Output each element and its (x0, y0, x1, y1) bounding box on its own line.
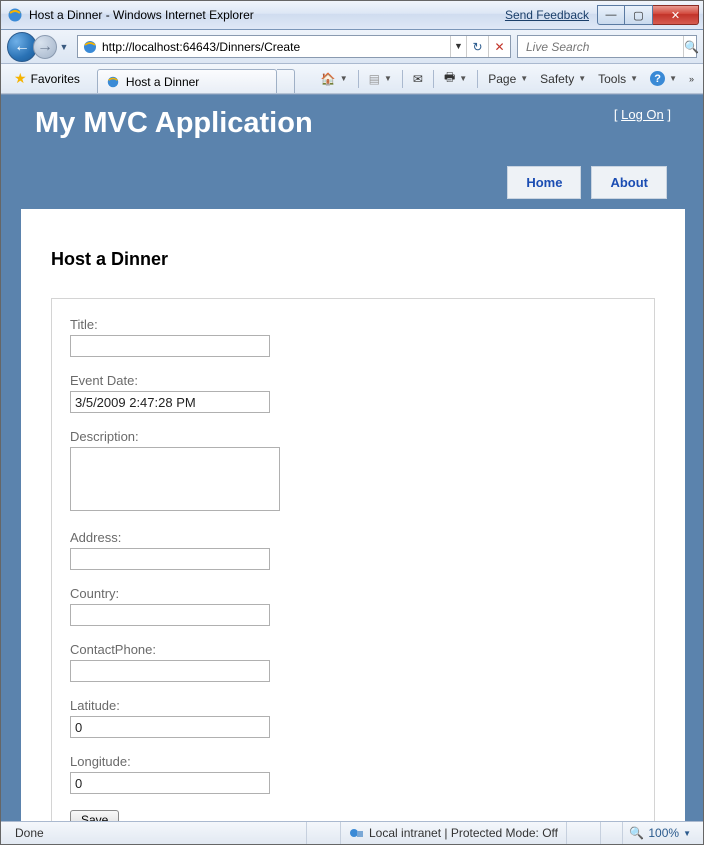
safety-menu[interactable]: Safety▼ (535, 68, 591, 90)
zoom-control[interactable]: 🔍 100% ▼ (622, 822, 697, 844)
help-button[interactable]: ?▼ (645, 67, 682, 90)
event-date-input[interactable] (70, 391, 270, 413)
zoom-icon: 🔍 (629, 826, 644, 840)
zoom-value: 100% (648, 826, 679, 840)
send-feedback-link[interactable]: Send Feedback (505, 8, 589, 22)
url-input[interactable] (102, 36, 450, 57)
page-scroll[interactable]: My MVC Application [ Log On ] Home About… (1, 95, 703, 821)
close-button[interactable]: ✕ (653, 5, 699, 25)
search-go-button[interactable]: 🔍 (683, 36, 699, 57)
country-input[interactable] (70, 604, 270, 626)
address-dropdown[interactable]: ▼ (450, 36, 466, 57)
feeds-button[interactable]: ▤▼ (364, 68, 397, 90)
viewport: My MVC Application [ Log On ] Home About… (1, 94, 703, 821)
status-text: Done (7, 822, 307, 844)
rss-icon: ▤ (369, 72, 380, 86)
country-label: Country: (70, 586, 636, 601)
description-label: Description: (70, 429, 636, 444)
browser-tab[interactable]: Host a Dinner (97, 69, 277, 93)
new-tab-button[interactable] (277, 69, 295, 93)
contact-phone-label: ContactPhone: (70, 642, 636, 657)
nav-history-dropdown[interactable]: ▼ (57, 42, 71, 52)
contact-phone-input[interactable] (70, 660, 270, 682)
logon-link[interactable]: Log On (621, 107, 664, 122)
window-title: Host a Dinner - Windows Internet Explore… (29, 8, 254, 22)
content-area: Host a Dinner Title: Event Date: Descrip… (21, 209, 685, 821)
ie-icon (7, 7, 23, 23)
latitude-label: Latitude: (70, 698, 636, 713)
search-bar[interactable]: 🔍 (517, 35, 697, 58)
mail-icon: ✉ (413, 72, 423, 86)
favorites-label: Favorites (31, 72, 80, 86)
stop-button[interactable]: ✕ (488, 36, 510, 57)
security-zone[interactable]: Local intranet | Protected Mode: Off (341, 822, 567, 844)
window-titlebar: Host a Dinner - Windows Internet Explore… (1, 1, 703, 30)
app-title: My MVC Application (35, 107, 313, 140)
command-bar: ★ Favorites Host a Dinner 🏠▼ ▤▼ ✉ 🖶▼ Pag… (1, 64, 703, 94)
minimize-button[interactable]: — (597, 5, 625, 25)
title-input[interactable] (70, 335, 270, 357)
event-date-label: Event Date: (70, 373, 636, 388)
description-input[interactable] (70, 447, 280, 511)
star-icon: ★ (14, 70, 27, 87)
help-icon: ? (650, 71, 665, 86)
form-fieldset: Title: Event Date: Description: Address: (51, 298, 655, 821)
tab-title: Host a Dinner (126, 75, 199, 89)
save-button[interactable]: Save (70, 810, 119, 821)
status-bar: Done Local intranet | Protected Mode: Of… (1, 821, 703, 844)
maximize-button[interactable]: ▢ (625, 5, 653, 25)
home-icon: 🏠 (321, 72, 336, 86)
navigation-bar: ← → ▼ ▼ ↻ ✕ 🔍 (1, 30, 703, 64)
page-heading: Host a Dinner (51, 249, 655, 270)
longitude-label: Longitude: (70, 754, 636, 769)
tools-menu[interactable]: Tools▼ (593, 68, 643, 90)
forward-button[interactable]: → (33, 35, 57, 59)
nav-home[interactable]: Home (507, 166, 581, 199)
address-input[interactable] (70, 548, 270, 570)
print-icon: 🖶 (444, 68, 455, 89)
expand-toolbar-button[interactable]: » (684, 70, 699, 88)
refresh-button[interactable]: ↻ (466, 36, 488, 57)
read-mail-button[interactable]: ✉ (408, 68, 428, 90)
print-button[interactable]: 🖶▼ (439, 64, 472, 93)
latitude-input[interactable] (70, 716, 270, 738)
page-menu[interactable]: Page▼ (483, 68, 533, 90)
address-bar[interactable]: ▼ ↻ ✕ (77, 35, 511, 58)
longitude-input[interactable] (70, 772, 270, 794)
search-input[interactable] (526, 36, 683, 57)
ie-icon (106, 75, 120, 89)
title-label: Title: (70, 317, 636, 332)
nav-about[interactable]: About (591, 166, 667, 199)
zone-icon (349, 825, 365, 841)
favorites-button[interactable]: ★ Favorites (5, 66, 89, 91)
login-section: [ Log On ] (614, 107, 671, 140)
home-button[interactable]: 🏠▼ (316, 68, 353, 90)
address-label: Address: (70, 530, 636, 545)
page-icon (82, 39, 98, 55)
